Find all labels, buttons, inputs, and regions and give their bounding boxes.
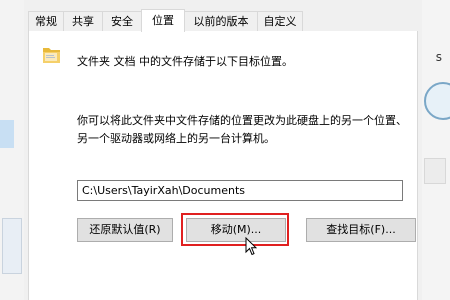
background-document-icon: [2, 218, 22, 274]
folder-icon: [43, 48, 60, 63]
background-window-left: [0, 0, 24, 300]
tab-bar: 常规 共享 安全 位置 以前的版本 自定义: [28, 9, 418, 32]
tab-sharing[interactable]: 共享: [63, 11, 103, 31]
background-control: [424, 158, 446, 184]
background-text: s: [435, 50, 442, 64]
tab-security[interactable]: 安全: [102, 11, 142, 31]
location-path-input[interactable]: [77, 180, 403, 201]
tab-general[interactable]: 常规: [28, 11, 64, 31]
folder-description: 文件夹 文档 中的文件存储于以下目标位置。: [77, 55, 293, 68]
restore-default-button[interactable]: 还原默认值(R): [77, 218, 173, 242]
screen: s 常规 共享 安全 位置 以前的版本 自定义 文件夹 文档 中的文件存储于以下…: [0, 0, 450, 300]
location-panel: 文件夹 文档 中的文件存储于以下目标位置。 你可以将此文件夹中文件存储的位置更改…: [28, 31, 418, 300]
tab-customize[interactable]: 自定义: [257, 11, 303, 31]
properties-dialog: 常规 共享 安全 位置 以前的版本 自定义 文件夹 文档 中的文件存储于以下目标…: [24, 0, 422, 300]
location-explanation: 你可以将此文件夹中文件存储的位置更改为此硬盘上的另一个位置、 另一个驱动器或网络…: [77, 112, 415, 148]
background-window-right: s: [422, 0, 450, 300]
explanation-line-2: 另一个驱动器或网络上的另一台计算机。: [77, 132, 275, 145]
background-selection-strip: [0, 120, 14, 148]
explanation-line-1: 你可以将此文件夹中文件存储的位置更改为此硬盘上的另一个位置、: [77, 114, 407, 127]
mouse-cursor-icon: [245, 237, 257, 256]
background-magnifier-icon: [424, 82, 450, 120]
tab-location[interactable]: 位置: [141, 9, 185, 32]
find-target-button[interactable]: 查找目标(F)...: [306, 218, 416, 242]
tab-previous-versions[interactable]: 以前的版本: [184, 11, 258, 31]
move-button[interactable]: 移动(M)...: [186, 218, 286, 242]
